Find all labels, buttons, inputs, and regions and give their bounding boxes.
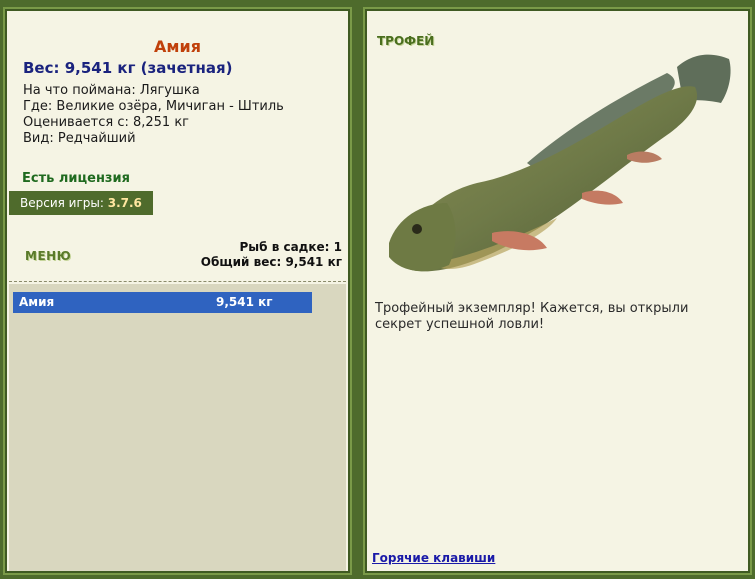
keepnet-row-weight: 9,541 кг [216,295,273,309]
rarity-info: Вид: Редчайший [23,131,136,146]
total-weight: Общий вес: 9,541 кг [200,255,342,269]
keepnet-row-name: Амия [19,295,55,309]
game-version-value: 3.7.6 [107,196,142,210]
valuation-info: Оценивается с: 8,251 кг [23,115,190,130]
keepnet-list: Амия 9,541 кг [9,284,346,571]
trophy-description: Трофейный экземпляр! Кажется, вы открыли… [375,301,689,332]
location-info: Где: Великие озёра, Мичиган - Штиль [23,99,284,114]
fish-name-title: Амия [154,37,201,56]
divider [9,281,346,282]
fish-weight: Вес: 9,541 кг (зачетная) [23,59,233,77]
keepnet-row[interactable]: Амия 9,541 кг [13,292,312,313]
fish-info-panel: Амия Вес: 9,541 кг (зачетная) На что пой… [3,7,352,575]
bowfin-fish-image [389,54,731,272]
menu-button[interactable]: МЕНЮ [25,249,71,263]
trophy-panel: ТРОФЕЙ Трофейный экземпляр! Кажется, вы … [363,7,752,575]
game-version-bar: Версия игры: 3.7.6 [9,191,153,215]
game-version-label: Версия игры: [20,196,104,210]
fish-count: Рыб в садке: 1 [239,240,343,254]
bait-info: На что поймана: Лягушка [23,83,200,98]
keepnet-stats: Рыб в садке: 1 Общий вес: 9,541 кг [201,240,342,270]
license-status: Есть лицензия [22,171,130,186]
hotkeys-link[interactable]: Горячие клавиши [372,551,495,565]
